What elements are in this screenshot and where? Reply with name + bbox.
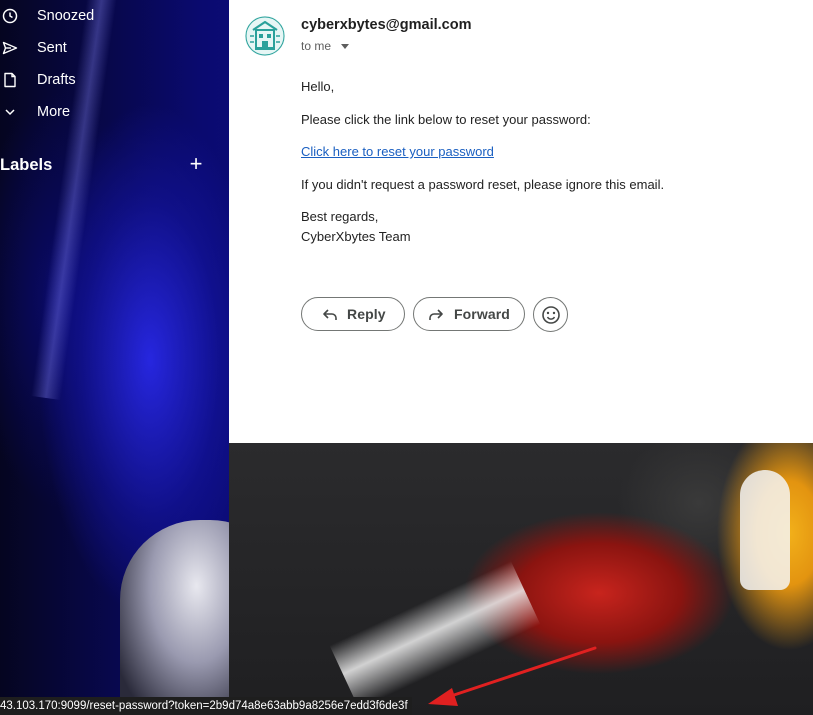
draft-icon	[2, 72, 18, 88]
sidebar-item-snoozed[interactable]: Snoozed	[0, 0, 229, 32]
labels-title: Labels	[0, 156, 53, 174]
email-greeting: Hello,	[301, 79, 335, 94]
sender-email: cyberxbytes@gmail.com	[301, 17, 472, 33]
reply-label: Reply	[347, 306, 386, 322]
sidebar: Snoozed Sent Drafts More Labels +	[0, 0, 229, 700]
sidebar-item-drafts[interactable]: Drafts	[0, 64, 229, 96]
wallpaper-drip	[740, 470, 790, 590]
sidebar-item-more[interactable]: More	[0, 96, 229, 128]
sidebar-item-label: Sent	[37, 40, 67, 56]
smiley-icon	[541, 305, 561, 325]
forward-icon	[428, 307, 444, 323]
sidebar-item-label: More	[37, 104, 71, 120]
chevron-down-icon	[2, 104, 18, 120]
email-link-container: Click here to reset your password	[301, 142, 494, 162]
email-message-card: cyberxbytes@gmail.com to me Hello, Pleas…	[229, 0, 813, 443]
forward-button[interactable]: Forward	[413, 297, 525, 331]
recipient-details-toggle[interactable]: to me	[301, 39, 350, 53]
recipient-label: to me	[301, 39, 332, 53]
emoji-reaction-button[interactable]	[533, 297, 568, 332]
email-body-line: If you didn't request a password reset, …	[301, 177, 665, 192]
wallpaper-lower-panel	[229, 443, 813, 715]
email-signature: CyberXbytes Team	[301, 229, 411, 244]
reset-password-link[interactable]: Click here to reset your password	[301, 144, 494, 159]
add-label-button[interactable]: +	[186, 153, 206, 175]
labels-section-header: Labels +	[0, 152, 229, 180]
forward-label: Forward	[454, 306, 510, 322]
email-body-line: Please click the link below to reset you…	[301, 112, 591, 127]
link-status-bar: 43.103.170:9099/reset-password?token=2b9…	[0, 697, 412, 715]
sidebar-item-label: Snoozed	[37, 8, 95, 24]
send-icon	[2, 40, 18, 56]
caret-down-icon	[341, 43, 350, 49]
email-signoff: Best regards,	[301, 209, 379, 224]
reply-button[interactable]: Reply	[301, 297, 405, 331]
reply-icon	[322, 307, 338, 323]
clock-icon	[2, 8, 18, 24]
sidebar-item-sent[interactable]: Sent	[0, 32, 229, 64]
sidebar-item-label: Drafts	[37, 72, 76, 88]
sender-avatar	[245, 16, 285, 56]
